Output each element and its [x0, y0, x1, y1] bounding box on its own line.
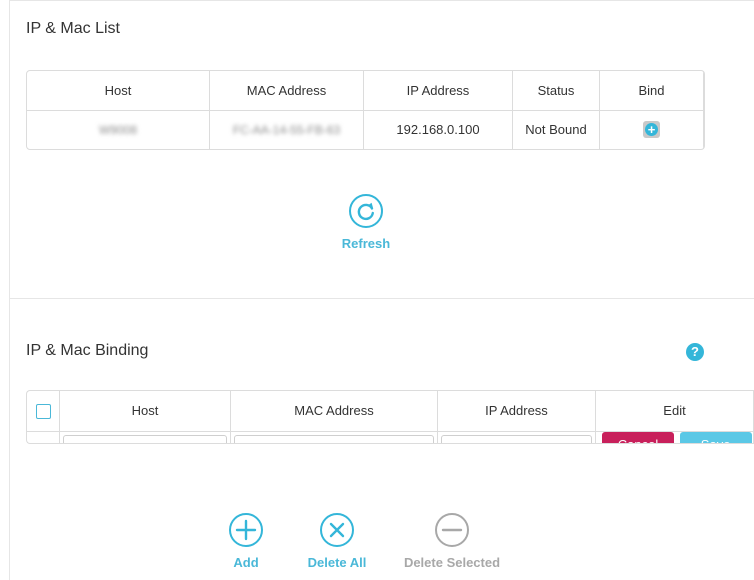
host-value: W9008	[98, 123, 138, 138]
ip-mac-binding-title: IP & Mac Binding	[26, 342, 149, 359]
column-header-status: Status	[512, 71, 600, 111]
add-label: Add	[233, 555, 259, 570]
table-row: W9008 FC-AA-14-55-FB-63 192.168.0.100 No…	[27, 109, 704, 149]
mac-input-cell	[230, 430, 438, 443]
panel-border-left	[9, 0, 10, 580]
plus-circle-icon: +	[645, 123, 658, 137]
bind-button[interactable]: +	[643, 121, 660, 139]
ip-address-input[interactable]	[441, 434, 592, 443]
table-header-row: Host MAC Address IP Address Status Bind	[27, 71, 704, 111]
ip-mac-binding-table: Host MAC Address IP Address Edit Cancel …	[26, 390, 754, 444]
cell-ip: 192.168.0.100	[363, 109, 513, 149]
delete-all-icon	[320, 513, 354, 547]
refresh-label: Refresh	[341, 236, 391, 251]
column-header-host: Host	[59, 391, 231, 432]
delete-selected-button[interactable]: Delete Selected	[396, 512, 508, 570]
cell-host: W9008	[27, 109, 210, 149]
section-divider	[10, 298, 754, 299]
ip-mac-list-table: Host MAC Address IP Address Status Bind …	[26, 70, 705, 150]
column-header-bind: Bind	[599, 71, 704, 111]
ip-mac-list-title: IP & Mac List	[26, 20, 120, 37]
ip-mac-list-grid: Host MAC Address IP Address Status Bind …	[27, 71, 704, 149]
edit-row: Cancel Save	[27, 430, 754, 443]
mac-address-input[interactable]	[234, 434, 434, 443]
cell-mac: FC-AA-14-55-FB-63	[209, 109, 364, 149]
select-all-checkbox[interactable]	[35, 403, 51, 419]
cell-status: Not Bound	[512, 109, 600, 149]
delete-all-label: Delete All	[307, 555, 367, 570]
edit-row-select-cell	[27, 430, 60, 443]
mac-value: FC-AA-14-55-FB-63	[232, 123, 341, 138]
host-input-cell	[59, 430, 231, 443]
add-button[interactable]: Add	[216, 512, 276, 570]
ip-mac-binding-grid: Host MAC Address IP Address Edit Cancel …	[27, 391, 754, 443]
panel-border-top	[9, 0, 754, 1]
column-header-mac-address: MAC Address	[209, 71, 364, 111]
delete-selected-label: Delete Selected	[403, 555, 501, 570]
edit-buttons-cell: Cancel Save	[595, 430, 754, 443]
delete-selected-icon	[435, 513, 469, 547]
cancel-button[interactable]: Cancel	[602, 432, 674, 443]
column-header-edit: Edit	[595, 391, 754, 432]
column-header-host: Host	[27, 71, 210, 111]
column-header-mac-address: MAC Address	[230, 391, 438, 432]
host-input[interactable]	[63, 434, 227, 443]
add-icon	[229, 513, 263, 547]
ip-input-cell	[437, 430, 596, 443]
refresh-icon	[349, 194, 383, 228]
delete-all-button[interactable]: Delete All	[293, 512, 381, 570]
save-button[interactable]: Save	[679, 432, 752, 443]
select-all-cell	[27, 391, 60, 432]
column-header-ip-address: IP Address	[363, 71, 513, 111]
cell-bind: +	[599, 109, 704, 149]
table-header-row: Host MAC Address IP Address Edit	[27, 391, 754, 432]
refresh-button[interactable]: Refresh	[336, 193, 396, 251]
column-header-ip-address: IP Address	[437, 391, 596, 432]
question-circle-icon[interactable]: ?	[686, 343, 704, 361]
